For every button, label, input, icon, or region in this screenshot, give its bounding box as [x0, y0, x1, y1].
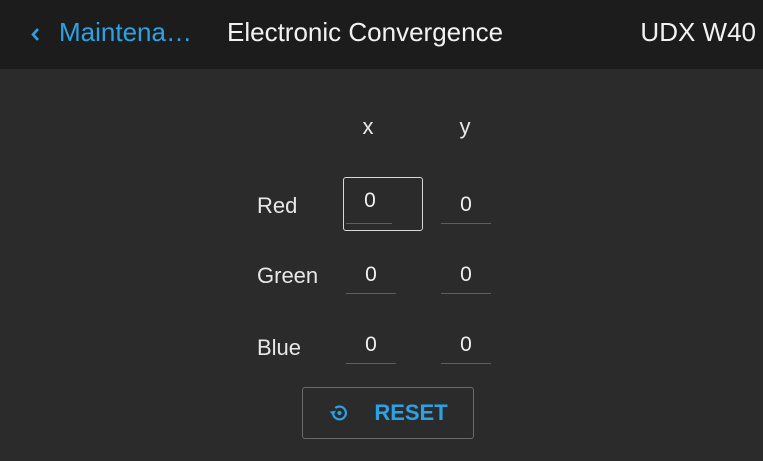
- back-label[interactable]: Maintena…: [59, 17, 192, 48]
- header-bar: Maintena… Electronic Convergence UDX W40: [0, 0, 763, 69]
- page-title: Electronic Convergence: [227, 17, 504, 47]
- reset-button[interactable]: RESET: [302, 387, 474, 439]
- blue-x-field[interactable]: 0: [346, 323, 396, 364]
- green-x-field[interactable]: 0: [346, 253, 396, 294]
- reset-icon: [329, 405, 348, 421]
- green-y-field[interactable]: 0: [441, 253, 491, 294]
- red-y-field[interactable]: 0: [441, 183, 491, 224]
- field-underline: [346, 223, 392, 224]
- column-header-x: x: [362, 114, 374, 139]
- row-label-red: Red: [257, 193, 298, 218]
- column-header-y: y: [459, 114, 471, 139]
- blue-y-field[interactable]: 0: [441, 323, 491, 364]
- red-x-value: 0: [364, 189, 376, 212]
- chevron-left-icon: [31, 28, 39, 41]
- reset-label: RESET: [374, 400, 448, 425]
- red-x-field[interactable]: 0: [343, 177, 423, 231]
- row-label-green: Green: [257, 263, 319, 288]
- device-model: UDX W40: [640, 17, 756, 47]
- row-label-blue: Blue: [257, 335, 302, 360]
